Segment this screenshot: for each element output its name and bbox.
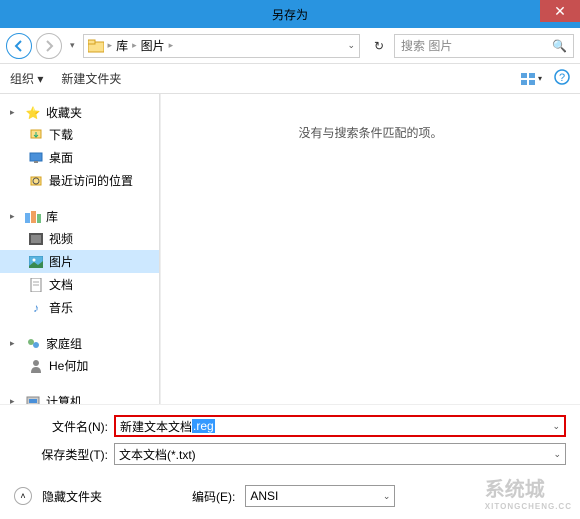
chevron-down-icon[interactable]: ⌄ bbox=[553, 449, 561, 460]
footer: ˄ 隐藏文件夹 编码(E): ANSI ⌄ bbox=[0, 477, 580, 515]
empty-message: 没有与搜索条件匹配的项。 bbox=[181, 124, 560, 141]
filename-label: 文件名(N): bbox=[14, 418, 114, 435]
tree-item-label: 图片 bbox=[49, 253, 73, 270]
chevron-right-icon: ▸ bbox=[165, 40, 178, 51]
tree-label: 计算机 bbox=[46, 393, 82, 404]
chevron-up-icon: ˄ bbox=[20, 491, 25, 501]
pictures-icon bbox=[28, 254, 44, 270]
filename-input[interactable]: 新建文本文档.reg ⌄ bbox=[114, 415, 566, 437]
filetype-label: 保存类型(T): bbox=[14, 446, 114, 463]
tree-item-desktop[interactable]: 桌面 bbox=[0, 146, 159, 169]
tree-label: 收藏夹 bbox=[46, 104, 82, 121]
video-icon bbox=[28, 231, 44, 247]
tree-item-label: 音乐 bbox=[49, 299, 73, 316]
homegroup-icon bbox=[25, 336, 41, 352]
recent-icon bbox=[28, 173, 44, 189]
tree-head-computer[interactable]: ▸ 计算机 bbox=[0, 391, 159, 404]
tree-item-label: 下载 bbox=[49, 126, 73, 143]
tree-libraries: ▸ 库 视频 图片 文档 ♪ 音乐 bbox=[0, 206, 159, 319]
sidebar: ▸ ⭐ 收藏夹 下载 桌面 最近访问的位置 ▸ 库 bbox=[0, 94, 160, 404]
filename-prefix: 新建文本文档 bbox=[120, 418, 192, 435]
close-button[interactable]: ✕ bbox=[540, 0, 580, 22]
titlebar: 另存为 ✕ bbox=[0, 0, 580, 28]
breadcrumb-root[interactable]: 库 bbox=[116, 37, 128, 54]
save-fields: 文件名(N): 新建文本文档.reg ⌄ 保存类型(T): 文本文档(*.txt… bbox=[0, 404, 580, 477]
search-icon: 🔍 bbox=[552, 39, 567, 53]
search-placeholder: 搜索 图片 bbox=[401, 37, 452, 54]
libraries-icon bbox=[25, 209, 41, 225]
toolbar: 组织 ▾ 新建文件夹 ▾ ? bbox=[0, 64, 580, 94]
tree-item-music[interactable]: ♪ 音乐 bbox=[0, 296, 159, 319]
svg-text:?: ? bbox=[559, 72, 565, 84]
hide-folders-label: 隐藏文件夹 bbox=[42, 488, 102, 505]
star-icon: ⭐ bbox=[25, 105, 41, 121]
body-area: ▸ ⭐ 收藏夹 下载 桌面 最近访问的位置 ▸ 库 bbox=[0, 94, 580, 404]
content-pane: 没有与搜索条件匹配的项。 bbox=[160, 94, 580, 404]
breadcrumb[interactable]: ▸ 库 ▸ 图片 ▸ ⌄ bbox=[83, 34, 360, 58]
chevron-down-icon[interactable]: ⌄ bbox=[383, 491, 391, 502]
tree-head-homegroup[interactable]: ▸ 家庭组 bbox=[0, 333, 159, 354]
window-title: 另存为 bbox=[272, 6, 308, 23]
tree-item-recent[interactable]: 最近访问的位置 bbox=[0, 169, 159, 192]
view-button[interactable]: ▾ bbox=[521, 73, 542, 85]
breadcrumb-current[interactable]: 图片 bbox=[141, 37, 165, 54]
filename-selection: .reg bbox=[192, 419, 215, 433]
tree-head-libraries[interactable]: ▸ 库 bbox=[0, 206, 159, 227]
encoding-label: 编码(E): bbox=[192, 488, 235, 505]
tree-label: 库 bbox=[46, 208, 58, 225]
filetype-value: 文本文档(*.txt) bbox=[119, 446, 196, 463]
user-icon bbox=[28, 358, 44, 374]
refresh-icon: ↻ bbox=[374, 39, 384, 53]
new-folder-button[interactable]: 新建文件夹 bbox=[61, 70, 121, 87]
desktop-icon bbox=[28, 150, 44, 166]
tree-item-documents[interactable]: 文档 bbox=[0, 273, 159, 296]
folder-icon bbox=[88, 38, 104, 54]
arrow-left-icon bbox=[13, 40, 25, 52]
breadcrumb-drop[interactable]: ⌄ bbox=[347, 40, 355, 51]
view-icon bbox=[521, 73, 535, 85]
tree-item-user[interactable]: He何加 bbox=[0, 354, 159, 377]
help-icon: ? bbox=[554, 69, 570, 85]
tree-label: 家庭组 bbox=[46, 335, 82, 352]
tree-head-favorites[interactable]: ▸ ⭐ 收藏夹 bbox=[0, 102, 159, 123]
expand-icon[interactable]: ▸ bbox=[10, 211, 20, 222]
document-icon bbox=[28, 277, 44, 293]
refresh-button[interactable]: ↻ bbox=[368, 34, 390, 58]
tree-homegroup: ▸ 家庭组 He何加 bbox=[0, 333, 159, 377]
tree-item-pictures[interactable]: 图片 bbox=[0, 250, 159, 273]
expand-icon[interactable]: ▸ bbox=[10, 107, 20, 118]
encoding-value: ANSI bbox=[250, 489, 278, 503]
tree-item-label: 文档 bbox=[49, 276, 73, 293]
encoding-select[interactable]: ANSI ⌄ bbox=[245, 485, 395, 507]
arrow-right-icon bbox=[43, 40, 55, 52]
download-icon bbox=[28, 127, 44, 143]
navigation-bar: ▾ ▸ 库 ▸ 图片 ▸ ⌄ ↻ 搜索 图片 🔍 bbox=[0, 28, 580, 64]
tree-computer: ▸ 计算机 bbox=[0, 391, 159, 404]
hide-folders-toggle[interactable]: ˄ bbox=[14, 487, 32, 505]
expand-icon[interactable]: ▸ bbox=[10, 338, 20, 349]
tree-favorites: ▸ ⭐ 收藏夹 下载 桌面 最近访问的位置 bbox=[0, 102, 159, 192]
chevron-right-icon: ▸ bbox=[128, 40, 141, 51]
help-button[interactable]: ? bbox=[554, 69, 570, 88]
chevron-down-icon: ▾ bbox=[538, 74, 542, 83]
close-icon: ✕ bbox=[554, 3, 566, 20]
music-icon: ♪ bbox=[28, 300, 44, 316]
tree-item-video[interactable]: 视频 bbox=[0, 227, 159, 250]
search-input[interactable]: 搜索 图片 🔍 bbox=[394, 34, 574, 58]
tree-item-label: 视频 bbox=[49, 230, 73, 247]
back-button[interactable] bbox=[6, 33, 32, 59]
tree-item-label: 最近访问的位置 bbox=[49, 172, 133, 189]
forward-button[interactable] bbox=[36, 33, 62, 59]
organize-button[interactable]: 组织 ▾ bbox=[10, 70, 43, 87]
expand-icon[interactable]: ▸ bbox=[10, 396, 20, 404]
history-dropdown[interactable]: ▾ bbox=[66, 40, 79, 51]
tree-item-downloads[interactable]: 下载 bbox=[0, 123, 159, 146]
computer-icon bbox=[25, 394, 41, 405]
chevron-down-icon[interactable]: ⌄ bbox=[552, 421, 560, 432]
tree-item-label: He何加 bbox=[49, 357, 88, 374]
filetype-select[interactable]: 文本文档(*.txt) ⌄ bbox=[114, 443, 566, 465]
chevron-right-icon: ▸ bbox=[104, 40, 117, 51]
tree-item-label: 桌面 bbox=[49, 149, 73, 166]
